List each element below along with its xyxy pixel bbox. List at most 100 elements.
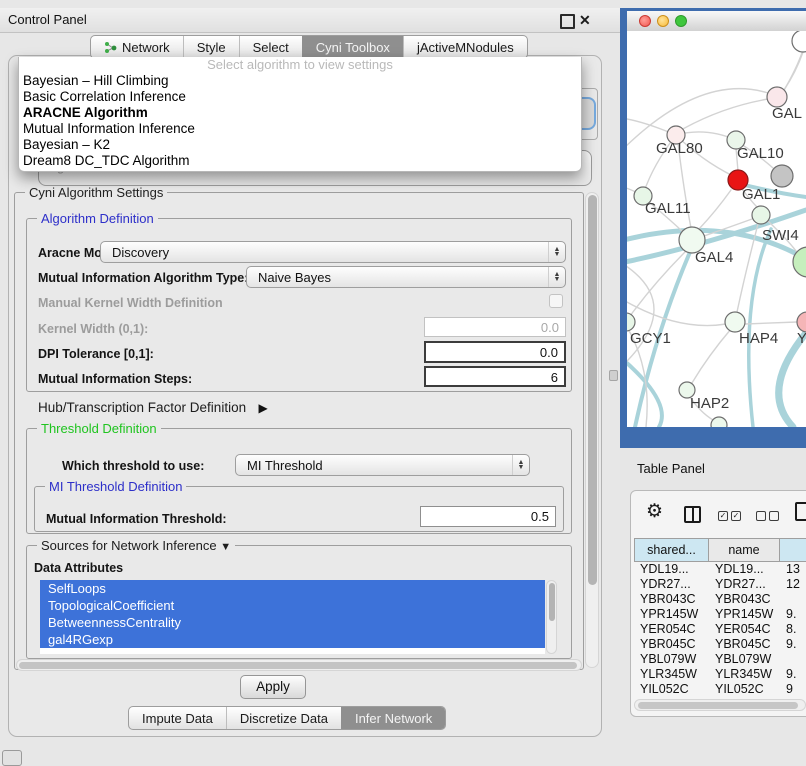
table-row[interactable]: YDL19...YDL19...13 xyxy=(634,562,806,577)
network-window-titlebar[interactable] xyxy=(627,11,806,32)
table-row[interactable]: YER054CYER054C8. xyxy=(634,622,806,637)
hub-definition-toggle[interactable]: Hub/Transcription Factor Definition ▶ xyxy=(38,399,268,417)
deselect-all-columns-icon[interactable] xyxy=(756,511,779,521)
settings-horizontal-scrollbar[interactable] xyxy=(16,659,582,671)
gear-icon[interactable]: ⚙ xyxy=(646,501,663,523)
tab-cyni-toolbox[interactable]: Cyni Toolbox xyxy=(302,36,403,58)
network-node-label-hap4: HAP4 xyxy=(739,330,778,347)
kernel-width-label: Kernel Width (0,1): xyxy=(38,322,148,336)
mi-threshold-field[interactable]: 0.5 xyxy=(420,506,556,527)
table-cell: YBL079W xyxy=(634,652,709,667)
algorithm-option-bayesian-k2[interactable]: Bayesian – K2 xyxy=(19,137,581,153)
algorithm-option-basic-correlation-inference[interactable]: Basic Correlation Inference xyxy=(19,89,581,105)
network-node-pink-y[interactable] xyxy=(797,312,806,332)
tab-infer-network[interactable]: Infer Network xyxy=(341,707,445,729)
table-row[interactable]: YBL079WYBL079W xyxy=(634,652,806,667)
mi-type-combo[interactable]: Naive Bayes ▲▼ xyxy=(246,266,566,288)
tab-network[interactable]: Network xyxy=(91,36,183,58)
algorithm-option-bayesian-hill-climbing[interactable]: Bayesian – Hill Climbing xyxy=(19,73,581,89)
apply-button[interactable]: Apply xyxy=(240,675,306,699)
attributes-scrollbar[interactable] xyxy=(546,580,557,654)
cyni-settings-legend: Cyni Algorithm Settings xyxy=(25,185,167,200)
attribute-item-topologicalcoefficient[interactable]: TopologicalCoefficient xyxy=(40,597,545,614)
aracne-mode-combo[interactable]: Discovery ▲▼ xyxy=(100,241,566,263)
algorithm-option-dream8-dc-tdc-algorithm[interactable]: Dream8 DC_TDC Algorithm xyxy=(19,153,581,169)
network-edge xyxy=(745,322,797,324)
column-header-shared[interactable]: shared... xyxy=(634,538,709,562)
cyni-bottom-tabs: Impute DataDiscretize DataInfer Network xyxy=(128,706,446,730)
zoom-window-icon[interactable] xyxy=(675,15,687,27)
table-row[interactable]: YPR145WYPR145W9. xyxy=(634,607,806,622)
kernel-width-field[interactable]: 0.0 xyxy=(424,317,566,337)
settings-vertical-scrollbar-thumb[interactable] xyxy=(588,195,597,585)
aracne-mode-value: Discovery xyxy=(101,245,548,260)
attribute-item-betweennesscentrality[interactable]: BetweennessCentrality xyxy=(40,614,545,631)
table-row[interactable]: YBR045CYBR045C9. xyxy=(634,637,806,652)
table-cell: YBR043C xyxy=(709,592,780,607)
algorithm-option-mutual-information-inference[interactable]: Mutual Information Inference xyxy=(19,121,581,137)
tab-discretize-data[interactable]: Discretize Data xyxy=(226,707,341,729)
table-cell: YDL19... xyxy=(709,562,780,577)
control-panel-title: Control Panel xyxy=(8,8,87,32)
minimize-window-icon[interactable] xyxy=(657,15,669,27)
network-node-top-node[interactable] xyxy=(792,31,806,52)
table-cell: 9. xyxy=(780,637,806,652)
select-all-columns-icon[interactable]: ✓✓ xyxy=(718,511,741,521)
column-header-cut[interactable] xyxy=(780,538,806,562)
table-row[interactable]: YBR043CYBR043C xyxy=(634,592,806,607)
algorithm-option-aracne-algorithm[interactable]: ARACNE Algorithm xyxy=(19,105,581,121)
network-edge xyxy=(692,329,731,383)
network-node-label-gal-cut: GAL xyxy=(772,105,802,122)
table-horizontal-scrollbar-thumb[interactable] xyxy=(638,702,798,709)
table-row[interactable]: YDR27...YDR27...12 xyxy=(634,577,806,592)
tab-jactivemnodules[interactable]: jActiveMNodules xyxy=(403,36,527,58)
table-cell: YDL19... xyxy=(634,562,709,577)
close-icon[interactable]: ✕ xyxy=(579,10,591,30)
which-threshold-combo[interactable]: MI Threshold ▲▼ xyxy=(235,454,530,476)
tab-impute-data[interactable]: Impute Data xyxy=(129,707,226,729)
table-row[interactable]: YLR345WYLR345W9. xyxy=(634,667,806,682)
file-icon[interactable] xyxy=(795,502,806,521)
columns-icon[interactable] xyxy=(684,506,701,523)
hide-panel-button[interactable] xyxy=(2,750,22,766)
table-cell: YIL052C xyxy=(709,682,780,694)
network-node-gcy1[interactable] xyxy=(627,313,635,331)
table-cell xyxy=(780,652,806,667)
network-node-hap4[interactable] xyxy=(725,312,745,332)
table-cell: YLR345W xyxy=(709,667,780,682)
table-cell: YDR27... xyxy=(709,577,780,592)
sources-legend-text: Sources for Network Inference xyxy=(41,538,217,553)
attributes-scrollbar-thumb[interactable] xyxy=(549,583,555,621)
mi-type-value: Naive Bayes xyxy=(247,270,548,285)
table-cell: YER054C xyxy=(634,622,709,637)
network-canvas[interactable]: GAL80GALGAL10GAL1SWI4GAL11GAL4GCY1HAP4YH… xyxy=(627,31,806,427)
network-node-swi4[interactable] xyxy=(752,206,770,224)
tab-select[interactable]: Select xyxy=(239,36,302,58)
stepper-icon: ▲▼ xyxy=(512,455,529,475)
network-node-label-gal11: GAL11 xyxy=(645,200,691,217)
network-tab-icon xyxy=(104,41,117,54)
table-cell: YBR045C xyxy=(709,637,780,652)
expanded-arrow-icon[interactable]: ▼ xyxy=(220,541,231,553)
column-header-name[interactable]: name xyxy=(709,538,780,562)
mi-steps-field[interactable]: 6 xyxy=(424,366,566,387)
network-node-label-gal80: GAL80 xyxy=(656,140,703,157)
dpi-tolerance-field[interactable]: 0.0 xyxy=(424,341,566,363)
float-panel-icon[interactable] xyxy=(560,14,575,29)
panel-collapse-handle[interactable] xyxy=(609,370,618,381)
tab-style[interactable]: Style xyxy=(183,36,239,58)
settings-horizontal-scrollbar-thumb[interactable] xyxy=(19,662,577,669)
network-node-gray-node[interactable] xyxy=(771,165,793,187)
network-edge xyxy=(699,190,731,229)
network-node-bottom-node[interactable] xyxy=(711,417,727,427)
close-window-icon[interactable] xyxy=(639,15,651,27)
manual-kernel-checkbox[interactable] xyxy=(549,294,563,308)
attribute-item-selfloops[interactable]: SelfLoops xyxy=(40,580,545,597)
control-panel-titlebar xyxy=(0,8,620,33)
network-node-gal-cut[interactable] xyxy=(767,87,787,107)
table-row[interactable]: YIL052CYIL052C9 xyxy=(634,682,806,694)
attribute-item-gal4rgexp[interactable]: gal4RGexp xyxy=(40,631,545,648)
manual-kernel-label: Manual Kernel Width Definition xyxy=(38,296,223,310)
table-horizontal-scrollbar[interactable] xyxy=(634,699,806,711)
settings-vertical-scrollbar[interactable] xyxy=(585,192,599,668)
